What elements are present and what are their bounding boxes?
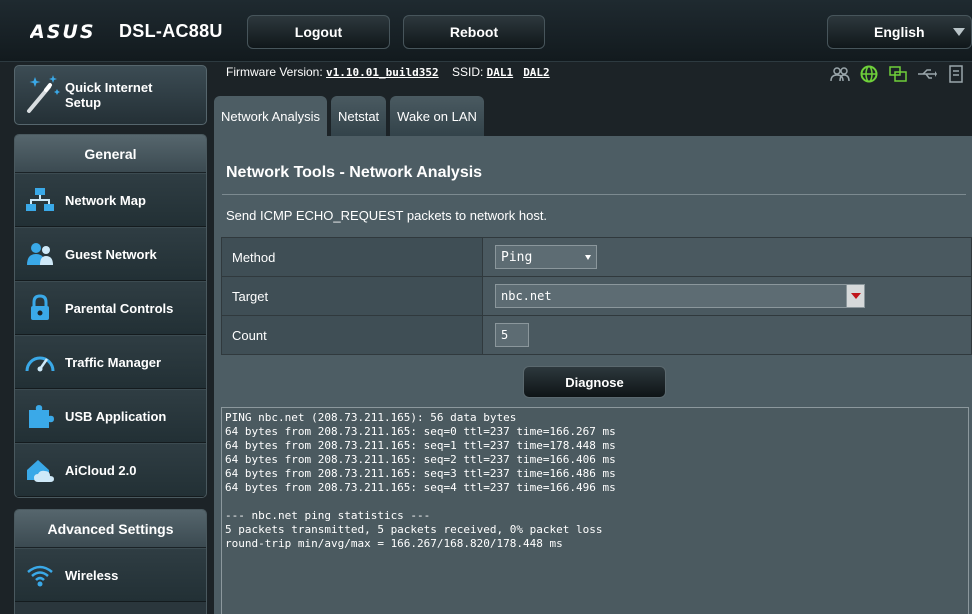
ssid-link-2[interactable]: DAL2 — [523, 66, 550, 79]
logout-button[interactable]: Logout — [247, 15, 390, 49]
speedometer-icon — [15, 335, 65, 389]
printer-icon[interactable] — [944, 64, 967, 84]
puzzle-icon — [15, 389, 65, 443]
sidebar-item-label: Parental Controls — [65, 300, 174, 316]
chevron-down-icon — [953, 28, 965, 36]
network-map-icon — [15, 173, 65, 227]
tab-network-analysis[interactable]: Network Analysis — [214, 96, 327, 136]
sidebar-item-label: Network Map — [65, 192, 146, 208]
network-devices-icon[interactable] — [886, 64, 909, 84]
asus-logo: ASUS — [28, 20, 104, 44]
magic-wand-icon — [15, 65, 65, 125]
status-icons — [828, 64, 967, 84]
target-dropdown-button[interactable] — [846, 284, 865, 308]
cloud-home-icon — [15, 443, 65, 497]
target-combobox: nbc.net — [495, 284, 865, 308]
advanced-settings-title: Advanced Settings — [15, 510, 206, 548]
tab-wake-on-lan[interactable]: Wake on LAN — [390, 96, 484, 136]
quick-internet-setup-label: Quick Internet Setup — [65, 80, 153, 110]
sidebar-item-label: AiCloud 2.0 — [65, 462, 137, 478]
title-divider — [222, 194, 966, 195]
table-row: Method Ping — [221, 237, 972, 277]
sidebar-item-network-map[interactable]: Network Map — [15, 173, 206, 227]
diagnose-button[interactable]: Diagnose — [523, 366, 666, 398]
internet-globe-icon[interactable] — [857, 64, 880, 84]
reboot-button[interactable]: Reboot — [403, 15, 545, 49]
advanced-settings-menu: Advanced Settings Wireless — [14, 509, 207, 614]
method-select[interactable]: Ping — [495, 245, 597, 269]
general-menu-title: General — [15, 135, 206, 173]
target-label: Target — [221, 276, 483, 316]
ssid-link-1[interactable]: DAL1 — [487, 66, 514, 79]
settings-table: Method Ping Target nbc.net Count 5 — [221, 237, 972, 355]
sidebar-item-aicloud[interactable]: AiCloud 2.0 — [15, 443, 206, 497]
tab-netstat[interactable]: Netstat — [330, 96, 387, 136]
count-input[interactable]: 5 — [495, 323, 529, 347]
method-value: Ping — [501, 249, 533, 265]
sidebar-item-wireless[interactable]: Wireless — [15, 548, 206, 602]
sidebar-item-guest-network[interactable]: Guest Network — [15, 227, 206, 281]
table-row: Target nbc.net — [221, 276, 972, 316]
quick-internet-setup-button[interactable]: Quick Internet Setup — [14, 65, 207, 125]
table-row: Count 5 — [221, 315, 972, 355]
sidebar-item-traffic-manager[interactable]: Traffic Manager — [15, 335, 206, 389]
firmware-version-link[interactable]: v1.10.01_build352 — [326, 66, 439, 79]
general-menu: General Network Map Guest Network Parent… — [14, 134, 207, 498]
firmware-label: Firmware Version: — [226, 65, 323, 79]
language-select[interactable]: English — [827, 15, 972, 49]
router-model: DSL-AC88U — [119, 21, 223, 41]
wifi-icon — [15, 548, 65, 602]
tab-bar: Network Analysis Netstat Wake on LAN — [214, 96, 484, 136]
caret-down-icon — [850, 293, 861, 299]
network-analysis-panel: Network Tools - Network Analysis Send IC… — [214, 136, 972, 614]
language-label: English — [874, 24, 925, 40]
parental-lock-icon — [15, 281, 65, 335]
asus-logo-icon: ASUS — [28, 21, 96, 43]
sidebar-item-label: Wireless — [65, 567, 119, 583]
svg-text:ASUS: ASUS — [30, 22, 96, 40]
chevron-down-icon — [585, 254, 591, 260]
count-label: Count — [221, 315, 483, 355]
sidebar-item-usb-application[interactable]: USB Application — [15, 389, 206, 443]
page-title: Network Tools - Network Analysis — [226, 164, 483, 181]
page-description: Send ICMP ECHO_REQUEST packets to networ… — [226, 208, 548, 223]
guest-network-icon — [15, 227, 65, 281]
sidebar-item-label: USB Application — [65, 408, 167, 424]
sidebar-item-label: Traffic Manager — [65, 354, 162, 370]
firmware-info: Firmware Version: v1.10.01_build352 SSID… — [226, 65, 550, 79]
diagnostic-output[interactable]: PING nbc.net (208.73.211.165): 56 data b… — [221, 407, 969, 614]
ssid-label: SSID: — [451, 65, 484, 79]
target-input[interactable]: nbc.net — [495, 284, 847, 308]
sidebar-item-label: Guest Network — [65, 246, 157, 262]
clients-icon[interactable] — [828, 64, 851, 84]
sidebar-item-parental-controls[interactable]: Parental Controls — [15, 281, 206, 335]
method-label: Method — [221, 237, 483, 277]
top-bar: ASUS DSL-AC88U Logout Reboot English — [0, 0, 972, 62]
usb-icon[interactable] — [915, 64, 938, 84]
